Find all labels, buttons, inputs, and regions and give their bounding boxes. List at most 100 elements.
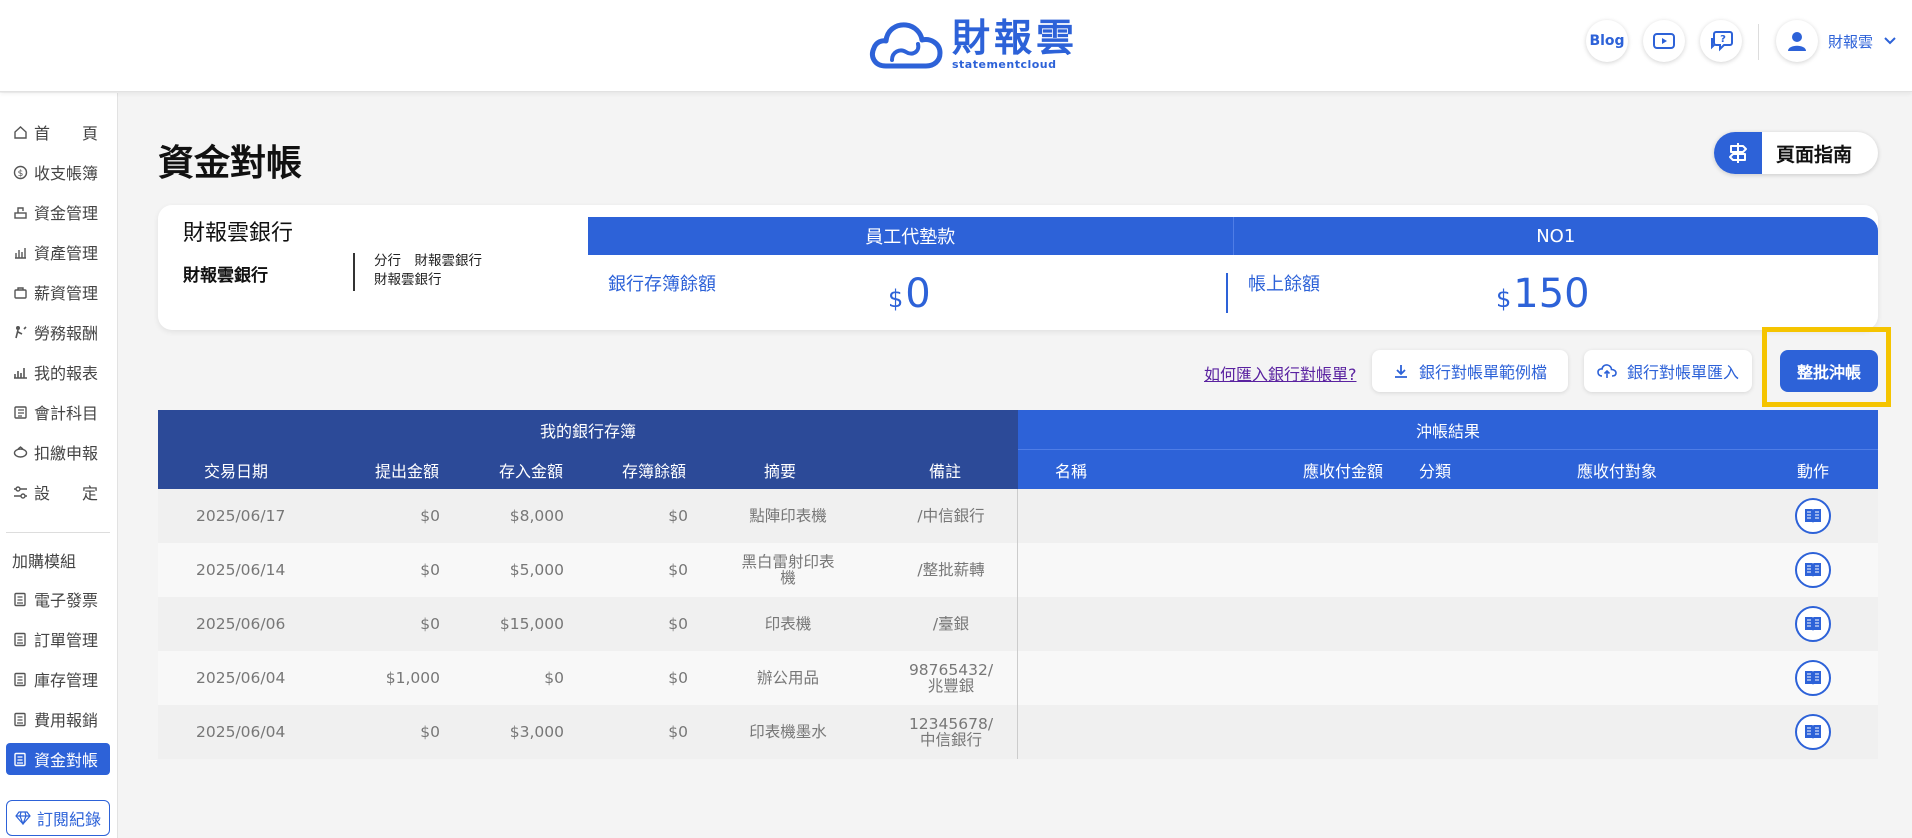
sidebar-item-label: 電子發票 <box>34 591 99 610</box>
chevron-down-icon <box>1884 37 1896 45</box>
sidebar-item-label: 扣繳申報 <box>34 444 99 463</box>
sidebar-item-einvoice[interactable]: 電子發票 <box>6 584 110 614</box>
sidebar-item-reports[interactable]: 我的報表 <box>6 357 110 387</box>
batch-writeoff-button[interactable]: 整批沖帳 <box>1780 350 1878 392</box>
col-withdraw: 提出金額 <box>375 461 440 481</box>
summary-line-1: 點陣印表機 <box>749 507 827 525</box>
note-line-1: /臺銀 <box>932 615 970 633</box>
col-amount: 應收付金額 <box>1303 461 1384 481</box>
cell-withdraw: $0 <box>420 561 440 579</box>
sidebar-item-expenses[interactable]: 費用報銷 <box>6 704 110 734</box>
sidebar-item-label: 首 頁 <box>34 124 99 143</box>
cell-deposit: $0 <box>544 669 564 687</box>
cell-deposit: $8,000 <box>509 507 564 525</box>
table-column-divider <box>1017 651 1018 705</box>
writeoff-action-button[interactable] <box>1795 552 1831 588</box>
assets-icon <box>12 244 28 260</box>
sidebar-item-funds[interactable]: 資金管理 <box>6 197 110 227</box>
svg-text:$: $ <box>17 169 23 179</box>
help-button[interactable]: ? <box>1700 20 1742 62</box>
sidebar-item-labor[interactable]: 勞務報酬 <box>6 317 110 347</box>
salary-icon <box>12 284 28 300</box>
page-guide-button[interactable]: 頁面指南 <box>1714 132 1878 174</box>
sidebar-item-orders[interactable]: 訂單管理 <box>6 624 110 654</box>
note-line-1: /中信銀行 <box>917 507 985 525</box>
blog-button[interactable]: Blog <box>1586 20 1628 62</box>
table-group-header: 我的銀行存簿 沖帳結果 <box>158 410 1878 450</box>
expense-icon <box>12 711 28 727</box>
book-balance-currency: $ <box>888 285 904 313</box>
top-header: 財報雲 statementcloud Blog ? 財報雲 <box>0 0 1912 92</box>
cell-summary: 印表機墨水 <box>718 705 858 759</box>
download-template-label: 銀行對帳單範例檔 <box>1418 363 1547 382</box>
signpost-icon <box>1714 132 1762 174</box>
cell-date: 2025/06/17 <box>196 507 286 525</box>
sidebar-item-assets[interactable]: 資產管理 <box>6 237 110 267</box>
book-icon <box>1805 617 1821 631</box>
book-icon <box>1805 725 1821 739</box>
writeoff-action-button[interactable] <box>1795 498 1831 534</box>
cell-date: 2025/06/04 <box>196 669 286 687</box>
col-summary: 摘要 <box>764 461 797 481</box>
writeoff-action-button[interactable] <box>1795 714 1831 750</box>
account-balance-amount: 150 <box>1513 271 1590 317</box>
sidebar-divider <box>6 532 110 533</box>
table-row: 2025/06/04 $1,000 $0 $0 辦公用品 98765432/ 兆… <box>158 651 1878 705</box>
summary-line-1: 黑白雷射印表 <box>741 553 835 571</box>
sidebar-item-label: 資金管理 <box>34 204 99 223</box>
sidebar-item-reconciliation[interactable]: 資金對帳 <box>6 743 110 775</box>
note-line-2: 中信銀行 <box>919 731 982 749</box>
brand-logo[interactable]: 財報雲 statementcloud <box>868 16 1078 72</box>
sidebar-item-salary[interactable]: 薪資管理 <box>6 277 110 307</box>
cell-date: 2025/06/06 <box>196 615 286 633</box>
ledger-icon <box>12 404 28 420</box>
branch-line-1: 分行 財報雲銀行 <box>374 253 482 269</box>
download-template-button[interactable]: 銀行對帳單範例檔 <box>1372 350 1568 392</box>
summary-header-employee-advance: 員工代墊款 <box>865 227 956 248</box>
book-icon <box>1805 671 1821 685</box>
funds-icon <box>12 204 28 220</box>
writeoff-action-button[interactable] <box>1795 606 1831 642</box>
writeoff-action-button[interactable] <box>1795 660 1831 696</box>
video-tutorial-button[interactable] <box>1643 20 1685 62</box>
invoice-icon <box>12 591 28 607</box>
col-note: 備註 <box>929 461 962 481</box>
cell-note: /整批薪轉 <box>878 543 1024 597</box>
subscription-record-button[interactable]: 訂閱紀錄 <box>6 800 110 836</box>
video-icon <box>1653 33 1675 49</box>
summary-header: 員工代墊款 NO1 <box>588 217 1878 255</box>
summary-line-2: 機 <box>780 569 796 587</box>
cell-withdraw: $0 <box>420 723 440 741</box>
cell-balance: $0 <box>668 507 688 525</box>
logo-text-en: statementcloud <box>952 57 1057 71</box>
svg-text:?: ? <box>1720 34 1726 45</box>
group-my-bankbook: 我的銀行存簿 <box>158 410 1018 450</box>
sidebar-item-settings[interactable]: 設 定 <box>6 477 110 507</box>
summary-line-1: 印表機 <box>764 615 812 633</box>
col-counterparty: 應收付對象 <box>1577 461 1658 481</box>
sidebar-item-label: 資產管理 <box>34 244 99 263</box>
cell-summary: 印表機 <box>718 597 858 651</box>
table-column-divider <box>1017 597 1018 651</box>
branch-line-2: 財報雲銀行 <box>374 272 442 288</box>
col-category: 分類 <box>1419 461 1452 481</box>
diamond-icon <box>15 811 31 825</box>
sidebar: 首 頁 $ 收支帳簿 資金管理 資產管理 薪資管理 勞務報酬 我的報表 會計科目… <box>0 93 118 838</box>
sidebar-item-withholding[interactable]: 扣繳申報 <box>6 437 110 467</box>
sidebar-item-cashbook[interactable]: $ 收支帳簿 <box>6 157 110 187</box>
import-help-link[interactable]: 如何匯入銀行對帳單? <box>1204 361 1357 385</box>
home-icon <box>12 124 28 140</box>
user-icon <box>1788 32 1806 51</box>
import-statement-button[interactable]: 銀行對帳單匯入 <box>1584 350 1752 392</box>
sidebar-item-inventory[interactable]: 庫存管理 <box>6 664 110 694</box>
note-line-2: 兆豐銀 <box>927 677 975 695</box>
cell-deposit: $3,000 <box>509 723 564 741</box>
sidebar-item-home[interactable]: 首 頁 <box>6 117 110 147</box>
sidebar-item-accounts[interactable]: 會計科目 <box>6 397 110 427</box>
user-avatar <box>1776 20 1818 62</box>
coin-icon: $ <box>12 164 28 180</box>
cell-summary: 黑白雷射印表 機 <box>718 543 858 597</box>
user-menu[interactable]: 財報雲 <box>1776 20 1897 62</box>
withholding-icon <box>12 444 28 460</box>
cell-deposit: $5,000 <box>509 561 564 579</box>
